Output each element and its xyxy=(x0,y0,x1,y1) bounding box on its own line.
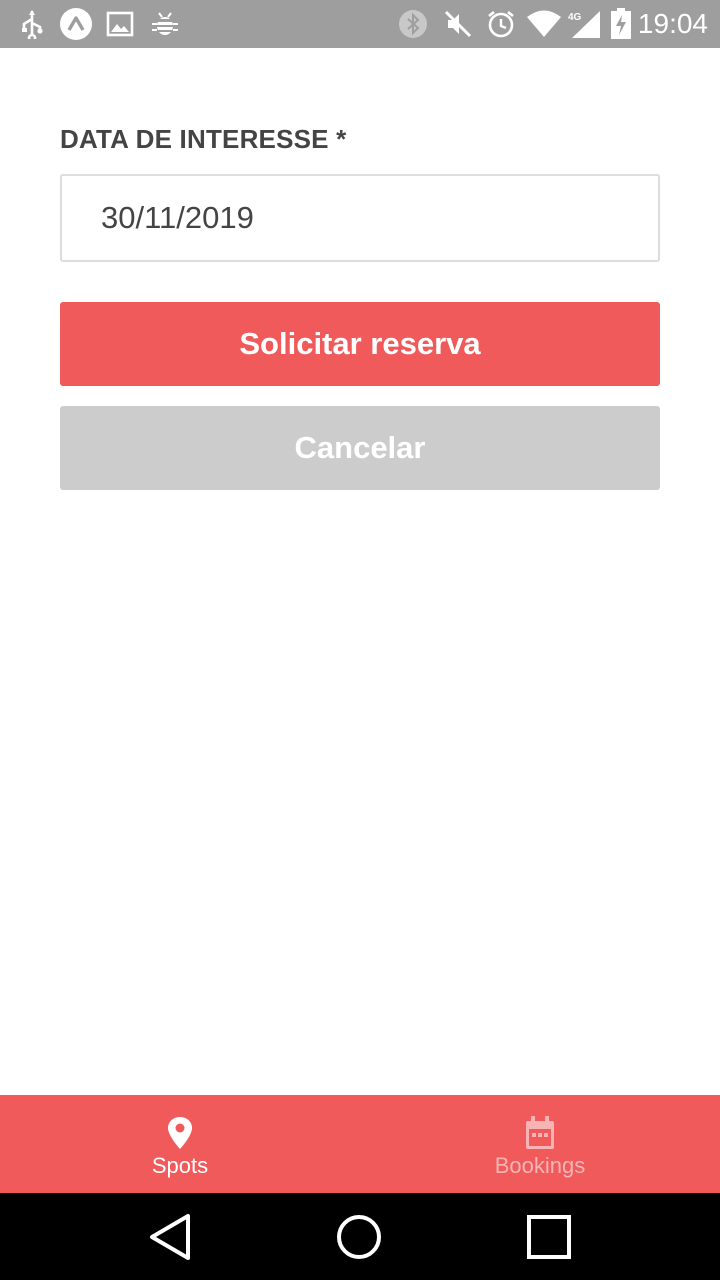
tab-spots[interactable]: Spots xyxy=(0,1095,360,1193)
request-booking-button[interactable]: Solicitar reserva xyxy=(60,302,660,386)
mute-icon xyxy=(443,8,473,40)
status-bar: 4G 19:04 xyxy=(0,0,720,48)
booking-form: DATA DE INTERESSE * Solicitar reserva Ca… xyxy=(0,48,720,1095)
tab-spots-label: Spots xyxy=(151,1153,209,1178)
clock: 19:04 xyxy=(637,8,708,39)
map-pin-icon xyxy=(163,1115,197,1151)
calendar-icon xyxy=(523,1115,557,1151)
tab-bookings[interactable]: Bookings xyxy=(360,1095,720,1193)
date-label: DATA DE INTERESSE * xyxy=(60,124,347,154)
alarm-icon xyxy=(486,8,516,40)
date-input[interactable] xyxy=(60,174,660,262)
image-icon xyxy=(106,8,134,40)
app-a-icon xyxy=(59,8,93,40)
battery-charging-icon xyxy=(609,8,633,40)
network-type-label: 4G xyxy=(568,12,582,23)
bluetooth-icon xyxy=(398,8,428,40)
bottom-tab-bar: Spots Bookings xyxy=(0,1095,720,1193)
back-icon[interactable] xyxy=(144,1211,196,1263)
tab-bookings-label: Bookings xyxy=(494,1153,586,1178)
system-nav-bar xyxy=(0,1193,720,1280)
cancel-button[interactable]: Cancelar xyxy=(60,406,660,490)
wifi-icon xyxy=(526,8,562,40)
android-debug-icon xyxy=(150,8,180,40)
home-icon[interactable] xyxy=(333,1211,385,1263)
recents-icon[interactable] xyxy=(523,1211,575,1263)
usb-icon xyxy=(16,8,48,40)
signal-icon: 4G xyxy=(566,8,602,40)
